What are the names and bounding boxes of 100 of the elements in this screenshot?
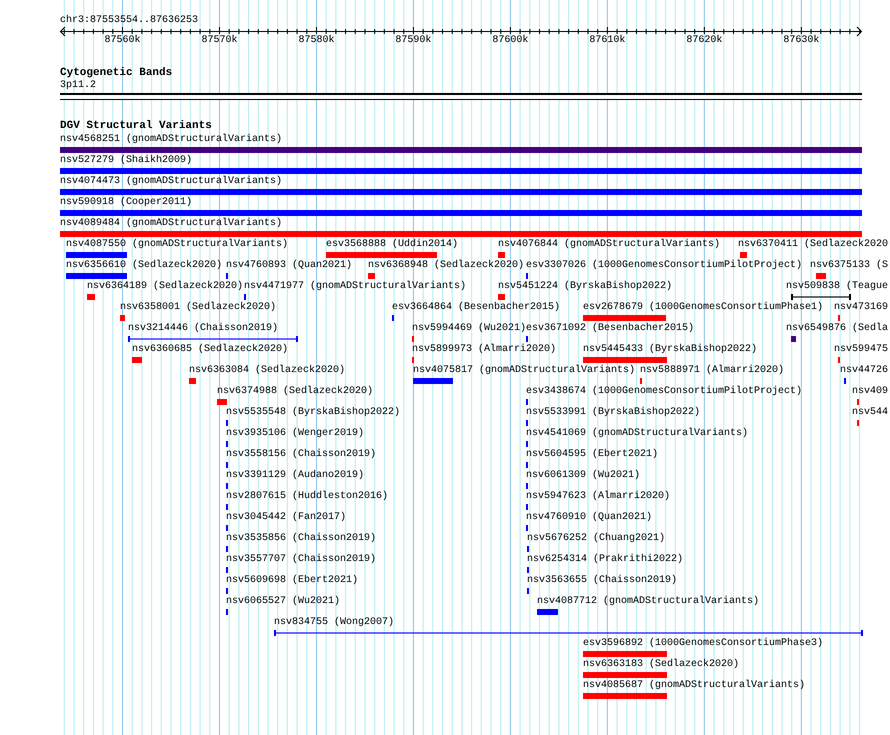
variant-label: nsv5947623 (Almarri2020) (526, 491, 670, 503)
variant-label: nsv4568251 (gnomADStructuralVariants) (60, 134, 282, 146)
band-label: 3p11.2 (60, 80, 96, 92)
variant-bar[interactable] (740, 252, 747, 258)
variant-label: nsv4085687 (gnomADStructuralVariants) (583, 680, 806, 692)
variant-bar[interactable] (498, 252, 505, 258)
variant-label: nsv5609698 (Ebert2021) (226, 575, 358, 587)
variant-label: nsv2807615 (Huddleston2016) (226, 491, 388, 503)
variant-bar[interactable] (66, 252, 127, 258)
variant-bar[interactable] (368, 273, 375, 279)
variant-label: nsv4471977 (gnomADStructuralVariants) (244, 281, 466, 293)
variant-label: nsv3535856 (Chaisson2019) (226, 533, 376, 545)
variant-bar[interactable] (60, 231, 862, 237)
variant-label: nsv4074473 (gnomADStructuralVariants) (60, 176, 282, 188)
variant-bar[interactable] (60, 189, 862, 195)
variant-bar[interactable] (583, 693, 667, 699)
variant-label: nsv473169 (834, 302, 888, 314)
variant-label: nsv6061309 (Wu2021) (526, 470, 640, 482)
variant-bar[interactable] (217, 399, 227, 405)
variant-label: nsv3391129 (Audano2019) (226, 470, 364, 482)
ruler-tick-label: 87590k (394, 35, 432, 47)
variant-label: nsv44726 (840, 365, 888, 377)
variant-label: nsv5994469 (Wu2021) (412, 323, 526, 335)
variant-bar[interactable] (537, 609, 558, 615)
variant-bar[interactable] (326, 252, 437, 258)
region-label: chr3:87553554..87636253 (60, 15, 198, 27)
variant-bar[interactable] (60, 168, 862, 174)
variant-bar[interactable] (60, 210, 862, 216)
variant-label: nsv6363084 (Sedlazeck2020) (189, 365, 346, 377)
variant-label: nsv834755 (Wong2007) (274, 617, 394, 629)
variant-label: esv3568888 (Uddin2014) (326, 239, 458, 251)
variant-label: nsv3214446 (Chaisson2019) (128, 323, 278, 335)
variant-bar[interactable] (189, 378, 196, 384)
variant-label: nsv4075817 (gnomADStructuralVariants) (413, 365, 636, 377)
variant-label: nsv4087712 (gnomADStructuralVariants) (537, 596, 760, 608)
variant-label: nsv3558156 (Chaisson2019) (226, 449, 376, 461)
variant-label: nsv6363183 (Sedlazeck2020) (583, 659, 740, 671)
variant-label: esv3307026 (1000GenomesConsortiumPilotProject) (526, 260, 802, 272)
variant-label: nsv6368948 (Sedlazeck2020) (368, 260, 524, 272)
variant-label: nsv527279 (Shaikh2009) (60, 155, 192, 167)
variant-label: nsv5535548 (ByrskaBishop2022) (226, 407, 400, 419)
variant-bar[interactable] (498, 294, 505, 300)
variant-bar[interactable] (66, 273, 127, 279)
variant-label: esv2678679 (1000GenomesConsortiumPhase1) (583, 302, 824, 314)
variant-label: nsv509838 (Teague (786, 281, 888, 293)
ruler-tick-label: 87620k (685, 35, 724, 47)
variant-label: nsv5533991 (ByrskaBishop2022) (526, 407, 700, 419)
variant-bar[interactable] (583, 315, 666, 321)
variant-label: nsv409 (852, 386, 888, 398)
variant-label: nsv5888971 (Almarri2020) (640, 365, 784, 377)
variant-label: nsv3935106 (Wenger2019) (226, 428, 364, 440)
variant-label: esv3438674 (1000GenomesConsortiumPilotProject) (526, 386, 802, 398)
variant-span[interactable] (274, 630, 863, 636)
variant-bar[interactable] (413, 378, 453, 384)
variant-label: nsv544 (852, 407, 888, 419)
ruler-tick-label: 87610k (588, 35, 626, 47)
variant-label: esv3664864 (Besenbacher2015) (392, 302, 560, 314)
variant-bar[interactable] (583, 651, 667, 657)
variant-bar[interactable] (816, 273, 826, 279)
variant-label: nsv4760910 (Quan2021) (526, 512, 652, 524)
variant-label: nsv3045442 (Fan2017) (226, 512, 346, 524)
variant-bar[interactable] (132, 357, 142, 363)
variant-label: nsv6375133 (S (810, 260, 888, 272)
variant-bar[interactable] (120, 315, 125, 321)
variant-bar[interactable] (583, 672, 667, 678)
variant-label: nsv4760893 (Quan2021) (226, 260, 352, 272)
variant-label: nsv4541069 (gnomADStructuralVariants) (526, 428, 748, 440)
variant-label: nsv599475 (834, 344, 888, 356)
variant-bar[interactable] (791, 336, 796, 342)
variant-label: nsv6358001 (Sedlazeck2020) (120, 302, 276, 314)
variant-label: nsv4087550 (gnomADStructuralVariants) (66, 239, 288, 251)
ruler-tick-label: 87560k (103, 35, 142, 47)
variant-label: nsv5676252 (Chuang2021) (527, 533, 666, 545)
variant-label: nsv6549876 (Sedla (786, 323, 888, 335)
variant-label: nsv590918 (Cooper2011) (60, 197, 192, 209)
variant-label: nsv6360685 (Sedlazeck2020) (132, 344, 288, 356)
variant-label: nsv6254314 (Prakrithi2022) (527, 554, 684, 566)
ruler-tick-label: 87570k (200, 35, 238, 47)
variant-label: esv3671092 (Besenbacher2015) (526, 323, 694, 335)
variant-bar[interactable] (583, 357, 667, 363)
variant-label: nsv4076844 (gnomADStructuralVariants) (498, 239, 720, 251)
variant-label: nsv4089484 (gnomADStructuralVariants) (60, 218, 282, 230)
variant-bar[interactable] (60, 147, 862, 153)
variant-label: nsv6065527 (Wu2021) (226, 596, 340, 608)
variant-span[interactable] (128, 336, 298, 342)
track-title: DGV Structural Variants (60, 120, 212, 132)
variant-span[interactable] (791, 294, 851, 300)
ruler-tick-label: 87600k (491, 35, 530, 47)
variant-label: nsv5604595 (Ebert2021) (526, 449, 658, 461)
variant-label: nsv3557707 (Chaisson2019) (226, 554, 376, 566)
variant-label: nsv5899973 (Almarri2020) (412, 344, 556, 356)
variant-label: nsv5451224 (ByrskaBishop2022) (498, 281, 672, 293)
variant-label: nsv6370411 (Sedlazeck2020 (738, 239, 888, 251)
variant-label: nsv6374988 (Sedlazeck2020) (217, 386, 374, 398)
variant-bar[interactable] (87, 294, 95, 300)
variant-label: nsv5445433 (ByrskaBishop2022) (583, 344, 758, 356)
track-title: Cytogenetic Bands (60, 67, 172, 79)
variant-label: esv3596892 (1000GenomesConsortiumPhase3) (583, 638, 824, 650)
variant-label: nsv6364189 (Sedlazeck2020) (87, 281, 244, 293)
ruler-tick-label: 87630k (782, 35, 820, 47)
